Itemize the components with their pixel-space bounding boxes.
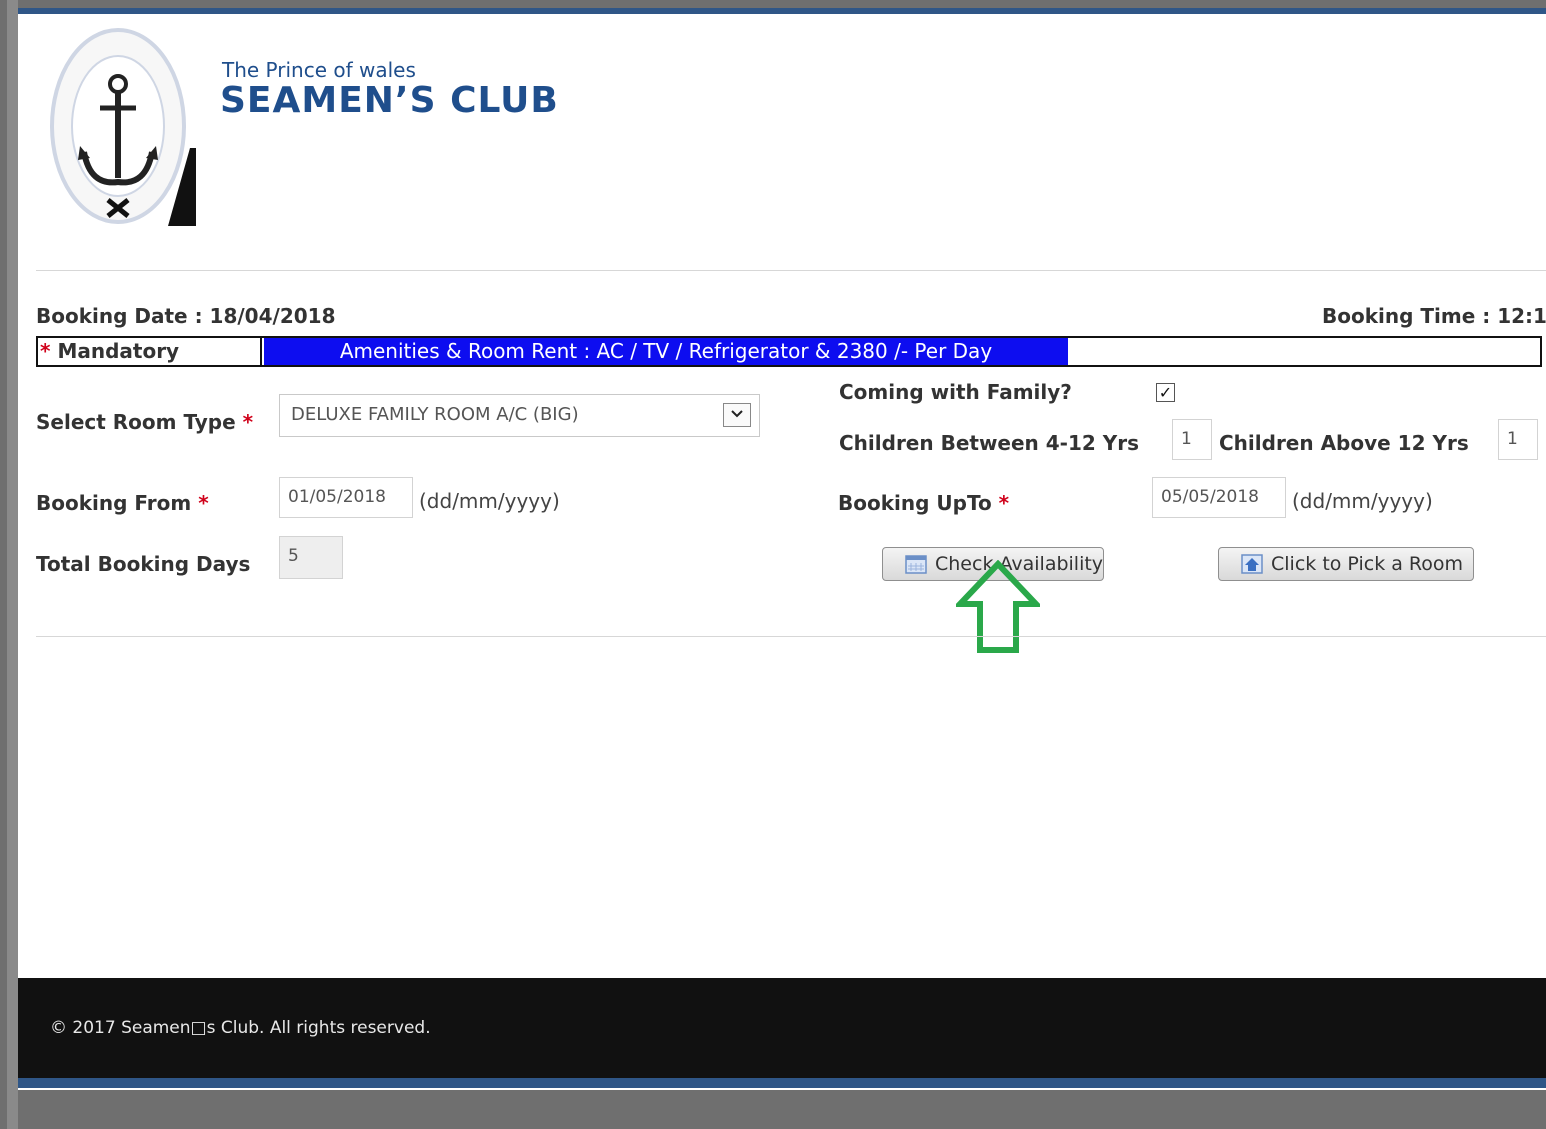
children-above-12-label: Children Above 12 Yrs	[1219, 431, 1469, 455]
booking-upto-label: Booking UpTo *	[838, 491, 1009, 515]
required-asterisk: *	[242, 410, 254, 434]
pick-room-button[interactable]: Click to Pick a Room	[1218, 547, 1474, 581]
pick-room-label: Click to Pick a Room	[1271, 553, 1464, 575]
room-type-label-text: Select Room Type	[36, 410, 236, 434]
total-days-field: 5	[279, 536, 343, 579]
checkmark-icon: ✓	[1158, 383, 1173, 402]
chevron-down-icon[interactable]	[723, 403, 751, 427]
booking-from-label: Booking From *	[36, 491, 209, 515]
booking-from-label-text: Booking From	[36, 491, 192, 515]
brand-tagline: The Prince of wales	[222, 58, 416, 82]
brand-name: SEAMEN’S CLUB	[220, 80, 559, 121]
total-days-label: Total Booking Days	[36, 552, 251, 576]
booking-from-input[interactable]: 01/05/2018	[279, 477, 413, 518]
booking-date: Booking Date : 18/04/2018	[36, 304, 336, 328]
booking-upto-label-text: Booking UpTo	[838, 491, 992, 515]
children-4-12-input[interactable]: 1	[1172, 419, 1212, 460]
family-checkbox[interactable]: ✓	[1156, 383, 1175, 402]
amenities-info: Amenities & Room Rent : AC / TV / Refrig…	[264, 338, 1068, 365]
booking-upto-format-hint: (dd/mm/yyyy)	[1292, 489, 1433, 513]
footer-accent-bar	[18, 1078, 1546, 1088]
family-label: Coming with Family?	[839, 380, 1072, 404]
room-type-value: DELUXE FAMILY ROOM A/C (BIG)	[291, 404, 579, 425]
required-asterisk: *	[198, 491, 209, 515]
top-accent-bar	[18, 8, 1546, 14]
up-arrow-annotation-icon	[956, 560, 1040, 653]
mandatory-label: Mandatory	[57, 339, 180, 363]
booking-upto-input[interactable]: 05/05/2018	[1152, 477, 1286, 518]
booking-time: Booking Time : 12:17	[1322, 304, 1546, 328]
room-type-label: Select Room Type *	[36, 410, 253, 434]
amenities-bar: * Mandatory Amenities & Room Rent : AC /…	[36, 336, 1542, 367]
required-asterisk: *	[998, 491, 1010, 515]
calendar-icon	[905, 555, 927, 574]
room-type-select[interactable]: DELUXE FAMILY ROOM A/C (BIG)	[279, 394, 760, 437]
form-divider	[36, 636, 1546, 637]
window-left-edge	[7, 0, 18, 1129]
home-icon	[1241, 554, 1263, 574]
required-asterisk: *	[40, 339, 51, 363]
mandatory-note: * Mandatory	[38, 338, 262, 365]
children-4-12-label: Children Between 4-12 Yrs	[839, 431, 1140, 455]
booking-from-format-hint: (dd/mm/yyyy)	[419, 489, 560, 513]
children-above-12-input[interactable]: 1	[1498, 419, 1538, 460]
anchor-logo-icon	[50, 28, 196, 226]
header-divider	[36, 270, 1546, 271]
copyright-text: © 2017 Seamen□s Club. All rights reserve…	[50, 1018, 431, 1038]
